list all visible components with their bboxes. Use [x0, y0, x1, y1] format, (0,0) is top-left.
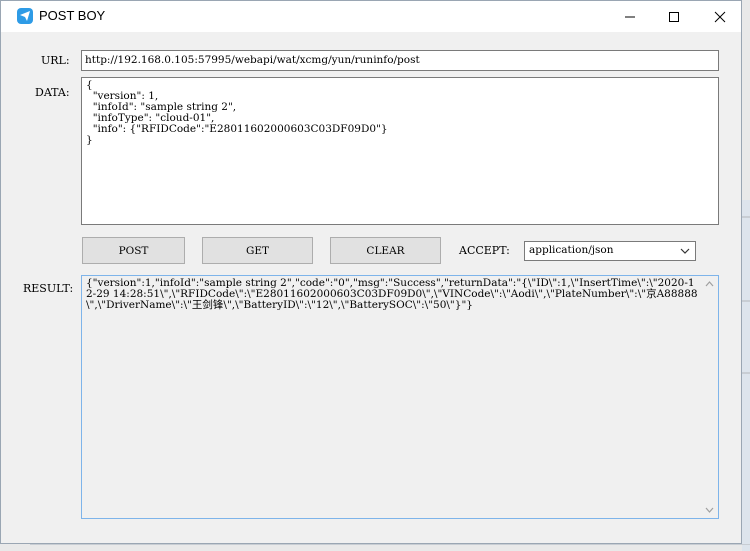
url-label: URL:: [41, 54, 70, 67]
background-divider: [742, 216, 750, 218]
get-button[interactable]: GET: [202, 237, 313, 264]
window-title: POST BOY: [39, 8, 106, 23]
scroll-down-icon[interactable]: [705, 507, 714, 513]
background-panel: [742, 200, 750, 551]
post-button[interactable]: POST: [82, 237, 185, 264]
maximize-icon: [669, 11, 679, 22]
scroll-up-icon[interactable]: [705, 281, 714, 287]
post-boy-window: POST BOY URL: http://192.168.0.105:57995…: [0, 0, 742, 544]
minimize-button[interactable]: [607, 1, 653, 32]
accept-select[interactable]: application/json: [524, 241, 696, 261]
data-text: { "version": 1, "infoId": "sample string…: [86, 79, 388, 146]
background-divider: [742, 372, 750, 374]
title-bar[interactable]: POST BOY: [1, 1, 741, 32]
result-text: {"version":1,"infoId":"sample string 2",…: [86, 277, 698, 311]
clear-button[interactable]: CLEAR: [330, 237, 441, 264]
url-input[interactable]: http://192.168.0.105:57995/webapi/wat/xc…: [81, 50, 719, 71]
accept-label: ACCEPT:: [459, 244, 510, 257]
close-button[interactable]: [697, 1, 743, 32]
data-textarea[interactable]: { "version": 1, "infoId": "sample string…: [81, 77, 719, 225]
result-textarea[interactable]: {"version":1,"infoId":"sample string 2",…: [81, 275, 719, 519]
close-icon: [714, 11, 726, 22]
background-divider: [742, 300, 750, 302]
result-label: RESULT:: [23, 282, 74, 295]
chevron-down-icon: [680, 248, 690, 254]
result-scrollbar[interactable]: [701, 276, 718, 518]
background-divider: [30, 544, 750, 545]
paper-plane-icon: [17, 8, 33, 24]
minimize-icon: [625, 16, 635, 17]
accept-select-value: application/json: [529, 244, 614, 256]
maximize-button[interactable]: [651, 1, 697, 32]
data-label: DATA:: [35, 86, 70, 99]
